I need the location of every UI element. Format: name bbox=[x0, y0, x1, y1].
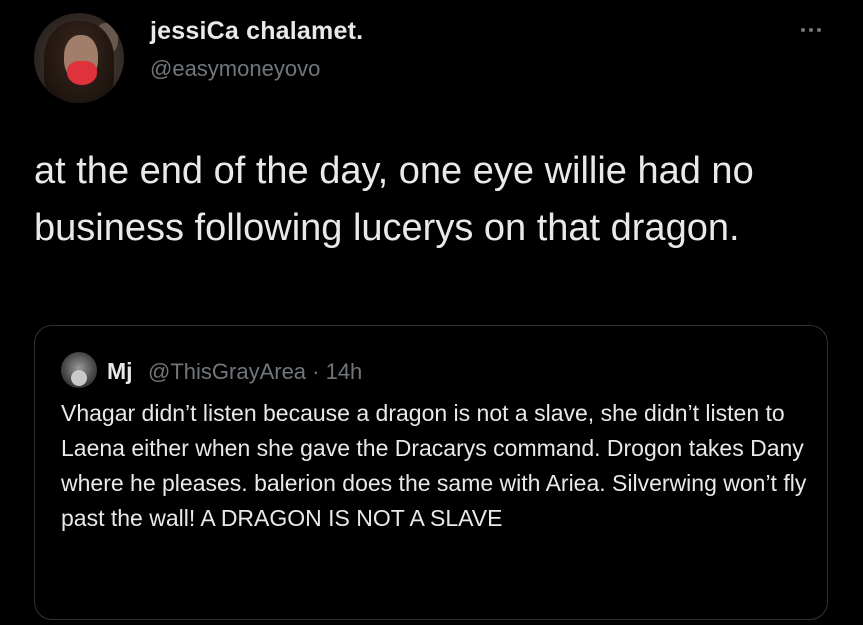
quoted-author-handle-time: @ThisGrayArea · 14h bbox=[148, 359, 363, 384]
author-display-name[interactable]: jessiCa chalamet. bbox=[150, 17, 363, 46]
quoted-author-avatar[interactable] bbox=[61, 352, 97, 388]
more-options-icon[interactable] bbox=[791, 20, 831, 40]
tweet-text: at the end of the day, one eye willie ha… bbox=[34, 150, 754, 249]
quoted-author-display-name: Mj bbox=[107, 358, 133, 384]
author-handle[interactable]: @easymoneyovo bbox=[150, 56, 320, 82]
quoted-tweet[interactable]: Mj @ThisGrayArea · 14h Vhagar didn’t lis… bbox=[34, 325, 828, 620]
author-avatar[interactable] bbox=[34, 13, 124, 103]
quoted-tweet-text: Vhagar didn’t listen because a dragon is… bbox=[61, 400, 807, 531]
